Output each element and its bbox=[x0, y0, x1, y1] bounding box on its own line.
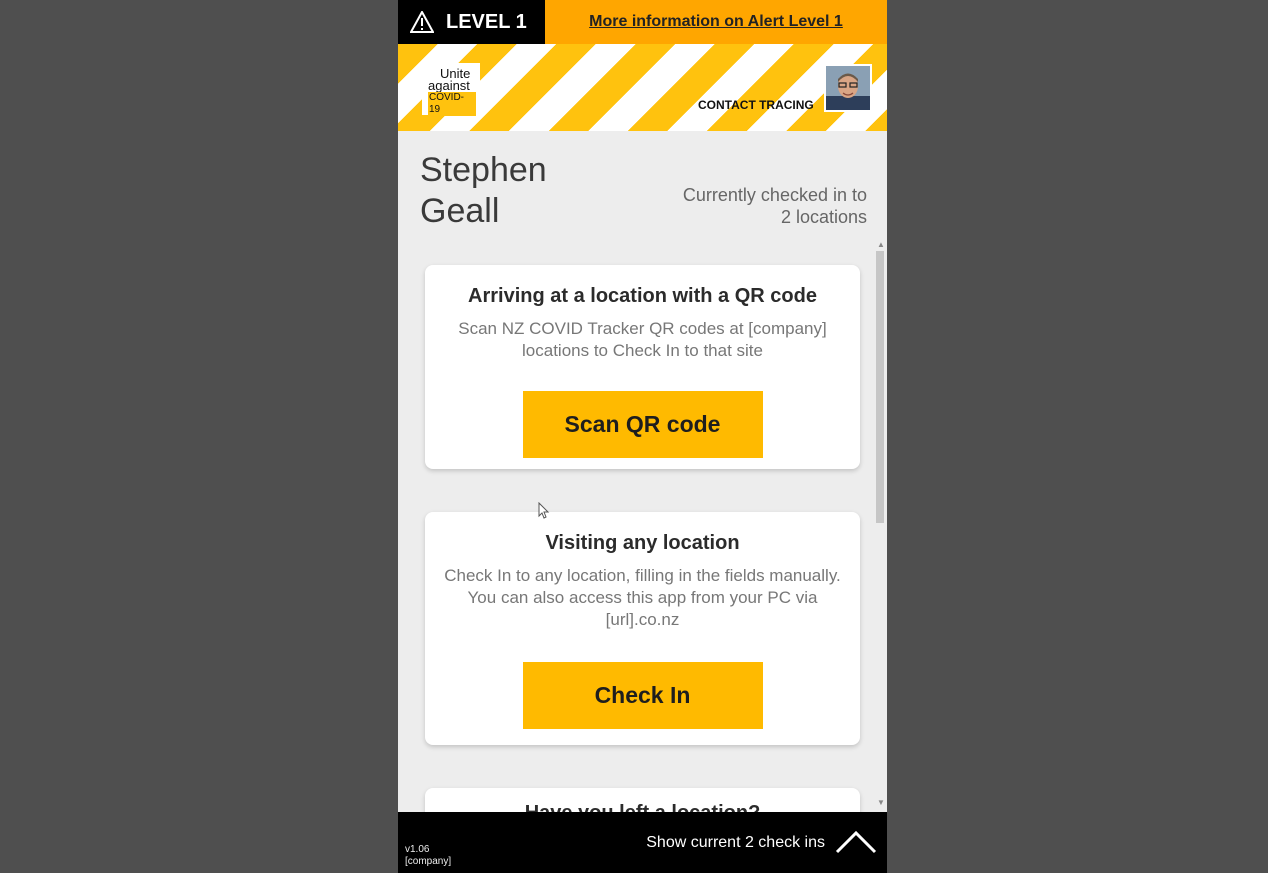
app-window: LEVEL 1 More information on Alert Level … bbox=[398, 0, 887, 873]
user-first-name: Stephen bbox=[420, 151, 547, 189]
checked-in-line1: Currently checked in to bbox=[682, 185, 867, 205]
cursor-icon bbox=[538, 502, 550, 519]
user-name: Stephen Geall bbox=[420, 150, 620, 232]
alert-bar: LEVEL 1 More information on Alert Level … bbox=[398, 0, 887, 44]
user-last-name: Geall bbox=[420, 192, 500, 230]
avatar[interactable] bbox=[824, 64, 872, 112]
logo-text-line3: COVID-19 bbox=[428, 92, 476, 116]
scan-qr-code-button[interactable]: Scan QR code bbox=[522, 391, 763, 458]
more-info-link[interactable]: More information on Alert Level 1 bbox=[545, 0, 887, 44]
checked-in-line2: 2 locations bbox=[780, 207, 867, 227]
logo-text-line2: against bbox=[428, 78, 470, 93]
scroll-up-arrow-icon[interactable]: ▲ bbox=[877, 240, 885, 249]
visit-card-title: Visiting any location bbox=[545, 532, 740, 554]
check-in-button[interactable]: Check In bbox=[522, 662, 763, 729]
scroll-down-arrow-icon[interactable]: ▼ bbox=[877, 798, 885, 807]
version-info: v1.06 [company] bbox=[405, 844, 451, 868]
show-check-ins-label[interactable]: Show current 2 check ins bbox=[646, 834, 825, 852]
unite-against-covid-logo: Unite against COVID-19 bbox=[422, 63, 480, 116]
contact-tracing-label: CONTACT TRACING bbox=[698, 98, 814, 112]
scrollbar-thumb[interactable] bbox=[876, 251, 884, 523]
visiting-location-card: Visiting any location Check In to any lo… bbox=[425, 512, 860, 745]
company-label: [company] bbox=[405, 856, 452, 867]
version-label: v1.06 bbox=[405, 844, 430, 855]
hazard-banner: Unite against COVID-19 CONTACT TRACING bbox=[398, 44, 887, 131]
user-photo bbox=[826, 66, 870, 110]
warning-icon bbox=[410, 11, 434, 33]
qr-card-title: Arriving at a location with a QR code bbox=[468, 285, 817, 307]
visit-card-description: Check In to any location, filling in the… bbox=[444, 566, 841, 629]
checked-in-status: Currently checked in to 2 locations bbox=[647, 184, 867, 228]
qr-card-description: Scan NZ COVID Tracker QR codes at [compa… bbox=[458, 319, 827, 360]
qr-code-card: Arriving at a location with a QR code Sc… bbox=[425, 265, 860, 469]
alert-level-label: LEVEL 1 bbox=[446, 10, 527, 33]
bottom-bar: v1.06 [company] Show current 2 check ins bbox=[398, 812, 887, 873]
alert-level-badge: LEVEL 1 bbox=[398, 0, 545, 44]
chevron-up-icon[interactable] bbox=[835, 830, 877, 854]
